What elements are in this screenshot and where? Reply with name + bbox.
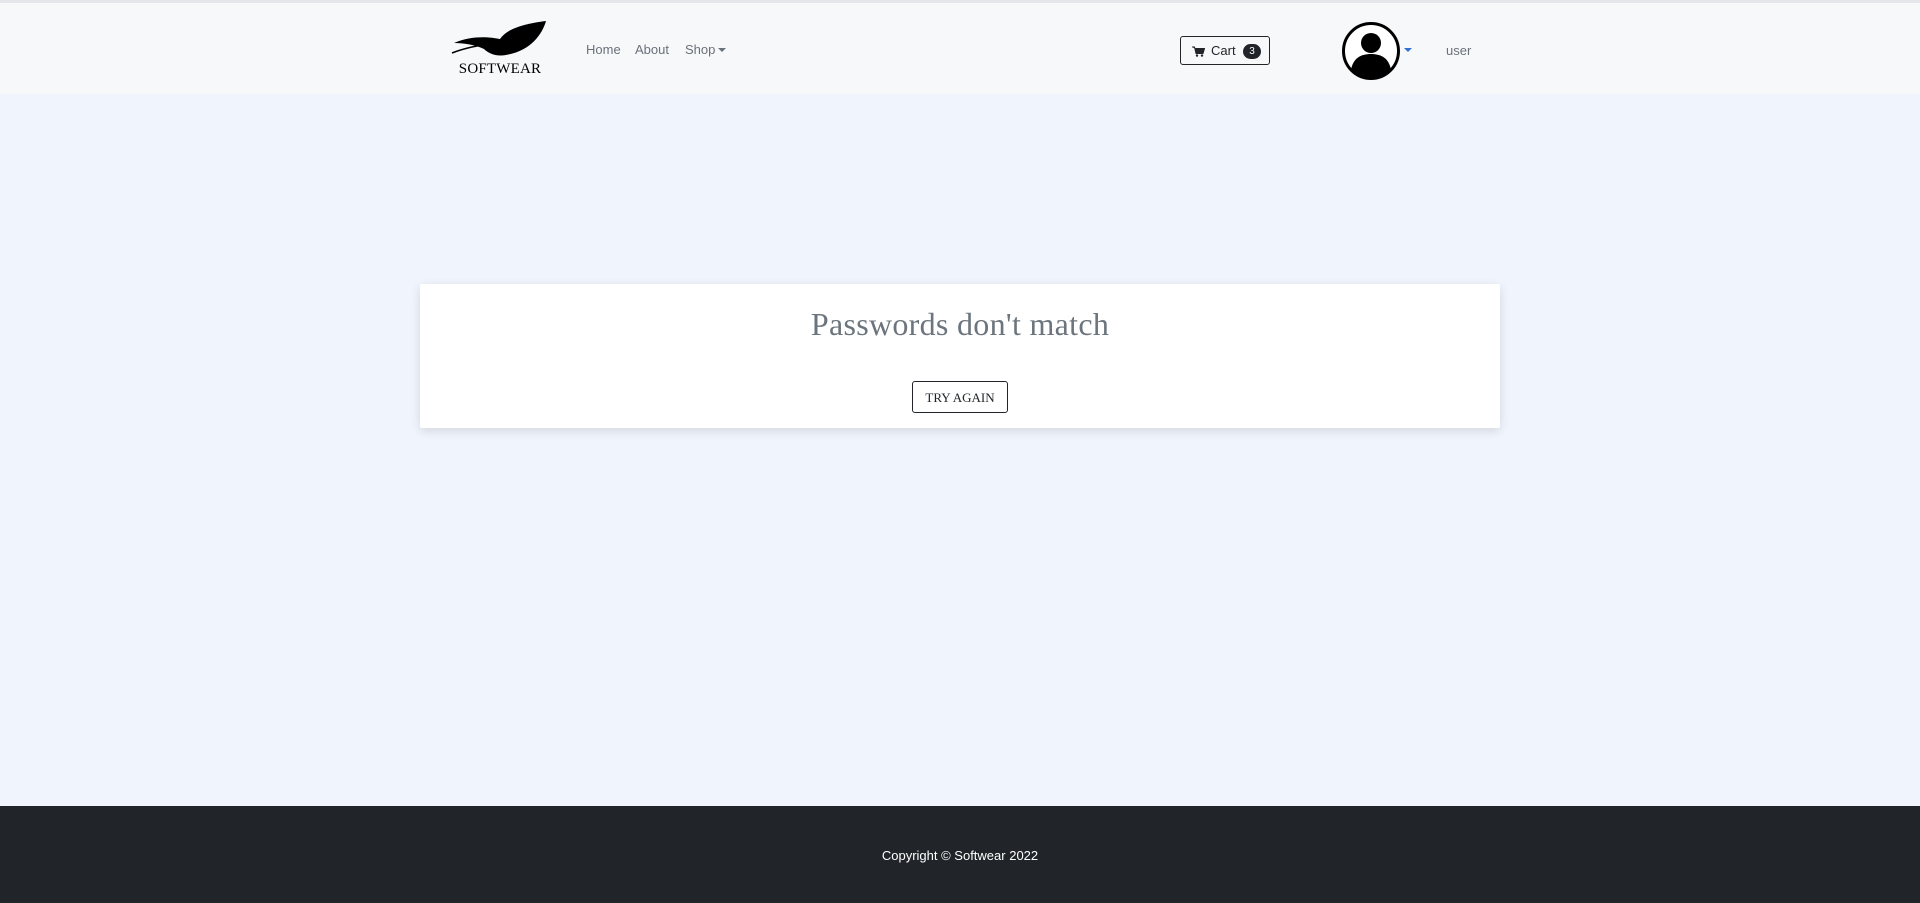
nav-shop-dropdown[interactable]: Shop — [685, 42, 727, 57]
cart-button[interactable]: Cart 3 — [1180, 36, 1270, 65]
cart-icon — [1192, 46, 1205, 57]
cart-count-badge: 3 — [1243, 44, 1261, 59]
error-message-title: Passwords don't match — [810, 306, 1110, 342]
nav-home-link[interactable]: Home — [586, 42, 621, 57]
feather-logo-icon — [451, 21, 546, 56]
user-menu-chevron-icon[interactable] — [1404, 48, 1412, 52]
avatar-svg — [1342, 22, 1400, 80]
error-card: Passwords don't match TRY AGAIN — [420, 284, 1500, 428]
cart-label: Cart — [1211, 43, 1236, 58]
nav-shop-label: Shop — [685, 42, 716, 57]
user-avatar-icon[interactable] — [1342, 22, 1400, 80]
brand-logo[interactable]: SOFTWEAR — [448, 21, 548, 83]
brand-name: SOFTWEAR — [458, 61, 542, 77]
try-again-button[interactable]: TRY AGAIN — [912, 381, 1008, 413]
username: user — [1446, 43, 1472, 58]
chevron-down-icon — [718, 48, 727, 52]
footer: Copyright © Softwear 2022 — [0, 806, 1920, 903]
footer-copyright: Copyright © Softwear 2022 — [881, 848, 1039, 863]
nav-about-link[interactable]: About — [635, 42, 669, 57]
navbar: SOFTWEAR Home About Shop Cart 3 user — [0, 3, 1920, 94]
